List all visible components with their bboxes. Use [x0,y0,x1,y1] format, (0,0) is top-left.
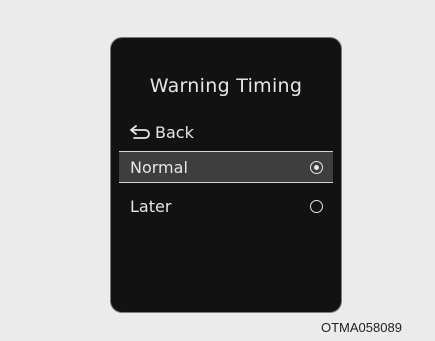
back-arrow-icon [130,125,150,139]
option-label-normal: Normal [130,157,188,177]
screen-title: Warning Timing [149,75,303,97]
radio-selected-icon [310,160,323,174]
back-label: Back [155,122,194,142]
option-later[interactable]: Later [119,190,333,222]
warning-timing-screen: Warning Timing Back Normal Later [110,37,342,313]
radio-unselected-icon [310,199,323,213]
option-label-later: Later [130,196,172,216]
back-button[interactable]: Back [130,120,194,144]
option-normal[interactable]: Normal [119,151,333,183]
image-code-caption: OTMA058089 [321,320,402,335]
